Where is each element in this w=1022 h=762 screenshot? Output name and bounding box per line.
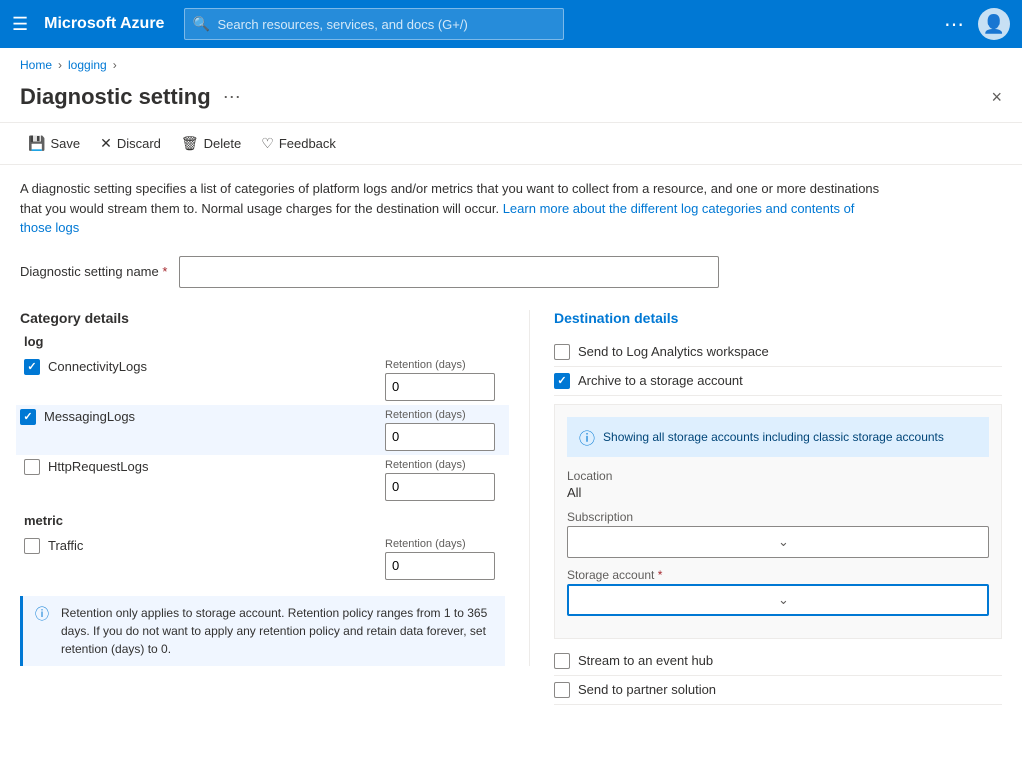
toolbar: 💾 Save ✕ Discard 🗑 Delete ♡ Feedback: [0, 123, 1022, 165]
destination-details-panel: Destination details Send to Log Analytic…: [530, 310, 1002, 705]
location-value: All: [567, 485, 989, 500]
log-section-label: log: [24, 334, 505, 349]
traffic-retention-input[interactable]: [385, 552, 495, 580]
connectivity-logs-checkbox[interactable]: [24, 359, 40, 375]
subscription-dropdown-arrow: ⌄: [778, 534, 980, 550]
log-item-traffic: Traffic Retention (days): [20, 534, 505, 584]
info-icon: ⓘ: [35, 604, 49, 625]
retention-info-text: Retention only applies to storage accoun…: [61, 604, 493, 658]
log-item-connectivity: ConnectivityLogs Retention (days): [20, 355, 505, 405]
httprequest-retention-input[interactable]: [385, 473, 495, 501]
httprequest-logs-label: HttpRequestLogs: [48, 459, 148, 474]
traffic-retention-label: Retention (days): [385, 538, 505, 550]
discard-icon: ✕: [100, 135, 112, 152]
storage-account-field-label: Storage account *: [567, 568, 989, 582]
destination-header: Destination details: [554, 310, 1002, 326]
dest-storage-account: Archive to a storage account: [554, 367, 1002, 396]
subscription-dropdown[interactable]: ⌄: [567, 526, 989, 558]
category-details-panel: Category details log ConnectivityLogs Re…: [20, 310, 530, 666]
content-area: Home › logging › Diagnostic setting ⋯ × …: [0, 48, 1022, 762]
httprequest-retention-label: Retention (days): [385, 459, 505, 471]
breadcrumb: Home › logging ›: [0, 48, 1022, 76]
search-input[interactable]: [184, 8, 564, 40]
required-star: *: [162, 264, 167, 279]
storage-account-dropdown[interactable]: ⌄: [567, 584, 989, 616]
search-icon: 🔍: [192, 16, 209, 33]
close-button[interactable]: ×: [991, 88, 1002, 106]
breadcrumb-sep1: ›: [58, 58, 62, 72]
description: A diagnostic setting specifies a list of…: [0, 165, 900, 248]
messaging-retention-input[interactable]: [385, 423, 495, 451]
breadcrumb-home[interactable]: Home: [20, 58, 52, 72]
two-col-layout: Category details log ConnectivityLogs Re…: [0, 300, 1022, 715]
more-options-icon[interactable]: ⋯: [944, 12, 966, 37]
page-title: Diagnostic setting: [20, 84, 211, 110]
log-item-messaging: MessagingLogs Retention (days): [16, 405, 509, 455]
save-button[interactable]: 💾 Save: [20, 131, 88, 156]
traffic-metric-label: Traffic: [48, 538, 83, 553]
diag-name-input[interactable]: [179, 256, 719, 288]
dest-event-hub: Stream to an event hub: [554, 647, 1002, 676]
top-nav: ☰ Microsoft Azure 🔍 ⋯ 👤: [0, 0, 1022, 48]
connectivity-retention-label: Retention (days): [385, 359, 505, 371]
metric-section-label: metric: [24, 513, 505, 528]
storage-account-required-star: *: [658, 568, 663, 582]
retention-info-box: ⓘ Retention only applies to storage acco…: [20, 596, 505, 666]
hamburger-icon[interactable]: ☰: [12, 14, 28, 35]
breadcrumb-logging[interactable]: logging: [68, 58, 107, 72]
delete-icon: 🗑: [181, 135, 199, 152]
diag-name-row: Diagnostic setting name *: [0, 248, 1022, 300]
traffic-metric-checkbox[interactable]: [24, 538, 40, 554]
dest-partner-solution: Send to partner solution: [554, 676, 1002, 705]
storage-account-checkbox[interactable]: [554, 373, 570, 389]
event-hub-label: Stream to an event hub: [578, 653, 713, 668]
connectivity-logs-label: ConnectivityLogs: [48, 359, 147, 374]
httprequest-logs-checkbox[interactable]: [24, 459, 40, 475]
storage-info-text: Showing all storage accounts including c…: [603, 430, 944, 444]
delete-button[interactable]: 🗑 Delete: [173, 131, 249, 156]
save-icon: 💾: [28, 135, 45, 152]
log-analytics-checkbox[interactable]: [554, 344, 570, 360]
page-header: Diagnostic setting ⋯ ×: [0, 76, 1022, 123]
brand-name: Microsoft Azure: [44, 15, 164, 33]
dest-log-analytics: Send to Log Analytics workspace: [554, 338, 1002, 367]
feedback-icon: ♡: [261, 135, 274, 152]
messaging-retention-label: Retention (days): [385, 409, 505, 421]
storage-info-banner: ⓘ Showing all storage accounts including…: [567, 417, 989, 457]
connectivity-retention-input[interactable]: [385, 373, 495, 401]
log-analytics-label: Send to Log Analytics workspace: [578, 344, 769, 359]
log-item-httprequest: HttpRequestLogs Retention (days): [20, 455, 505, 505]
event-hub-checkbox[interactable]: [554, 653, 570, 669]
storage-account-label: Archive to a storage account: [578, 373, 743, 388]
search-bar: 🔍: [184, 8, 564, 40]
feedback-button[interactable]: ♡ Feedback: [253, 131, 344, 156]
location-label: Location: [567, 469, 989, 483]
subscription-label: Subscription: [567, 510, 989, 524]
archive-expanded-section: ⓘ Showing all storage accounts including…: [554, 404, 1002, 639]
category-header: Category details: [20, 310, 505, 326]
page-menu-dots-icon[interactable]: ⋯: [223, 87, 241, 108]
breadcrumb-sep2: ›: [113, 58, 117, 72]
storage-account-dropdown-arrow: ⌄: [778, 592, 979, 608]
diag-name-label: Diagnostic setting name *: [20, 264, 167, 279]
discard-button[interactable]: ✕ Discard: [92, 131, 169, 156]
messaging-logs-checkbox[interactable]: [20, 409, 36, 425]
storage-info-icon: ⓘ: [579, 425, 595, 449]
partner-solution-checkbox[interactable]: [554, 682, 570, 698]
messaging-logs-label: MessagingLogs: [44, 409, 135, 424]
avatar[interactable]: 👤: [978, 8, 1010, 40]
partner-solution-label: Send to partner solution: [578, 682, 716, 697]
